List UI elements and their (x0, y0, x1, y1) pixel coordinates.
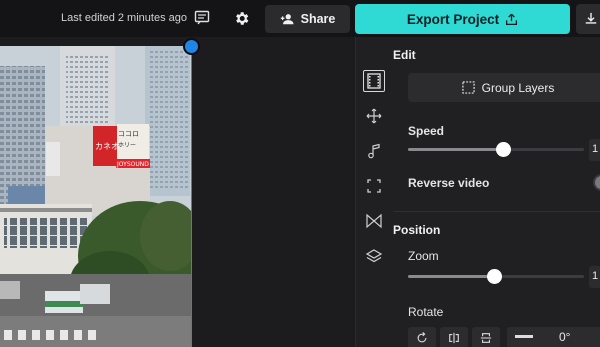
group-layers-button[interactable]: Group Layers (408, 73, 600, 102)
tool-rail (355, 37, 393, 347)
film-icon[interactable] (363, 70, 385, 92)
zoom-slider-fill (408, 275, 494, 278)
rotate-value: 0° (559, 330, 571, 344)
rotate-icon (417, 332, 427, 343)
flip-vertical-icon (480, 333, 492, 343)
speed-label: Speed (408, 124, 445, 138)
rotate-degree-field[interactable]: 0° (507, 327, 600, 347)
upload-icon (506, 13, 518, 25)
edit-section-title: Edit (393, 48, 416, 62)
export-label: Export Project (406, 11, 500, 27)
settings-gear-icon[interactable] (232, 9, 250, 27)
download-icon (585, 12, 597, 24)
move-icon[interactable] (364, 106, 384, 126)
zoom-value-field[interactable]: 1 (589, 266, 600, 288)
share-button[interactable]: Share (265, 5, 350, 33)
city-street-video-frame: カネオ ココロ ホリー JOYSOUND (0, 46, 191, 347)
white-sign-text-2: ホリー (118, 142, 136, 149)
layers-icon[interactable] (364, 246, 384, 266)
comments-icon[interactable] (193, 9, 211, 27)
rotate-button[interactable] (408, 327, 436, 347)
section-divider (394, 211, 600, 212)
flip-horizontal-icon (449, 332, 459, 344)
rotate-label: Rotate (408, 305, 444, 319)
speed-slider[interactable] (408, 142, 584, 157)
zoom-slider[interactable] (408, 269, 584, 284)
download-button[interactable] (576, 4, 600, 34)
video-layer-preview[interactable]: カネオ ココロ ホリー JOYSOUND (0, 46, 192, 347)
flip-horizontal-button[interactable] (440, 327, 468, 347)
resize-handle[interactable] (183, 38, 200, 55)
zoom-label: Zoom (408, 249, 439, 263)
red-sign-text: カネオ (95, 142, 119, 151)
zoom-slider-thumb[interactable] (487, 269, 502, 284)
toggle-knob (595, 176, 600, 189)
editor-canvas[interactable]: カネオ ココロ ホリー JOYSOUND (0, 37, 355, 347)
export-project-button[interactable]: Export Project (355, 4, 570, 34)
add-person-icon (280, 14, 294, 25)
flip-vertical-button[interactable] (472, 327, 500, 347)
share-label: Share (300, 12, 336, 26)
speed-slider-fill (408, 148, 503, 151)
last-edited-status: Last edited 2 minutes ago (61, 12, 187, 24)
group-layers-label: Group Layers (481, 80, 555, 95)
minus-icon[interactable] (515, 335, 533, 338)
position-section-title: Position (393, 223, 441, 237)
reverse-video-label: Reverse video (408, 176, 490, 190)
crop-icon[interactable] (364, 176, 384, 196)
joysound-sign-text: JOYSOUND (116, 161, 149, 168)
white-sign-text: ココロ (118, 130, 139, 138)
music-icon[interactable] (364, 141, 384, 161)
top-bar: Last edited 2 minutes ago Share Export P… (0, 0, 600, 37)
group-dashed-icon (461, 81, 475, 94)
transition-icon[interactable] (364, 211, 384, 231)
speed-value-field[interactable]: 1 (589, 139, 600, 161)
speed-slider-thumb[interactable] (496, 142, 511, 157)
